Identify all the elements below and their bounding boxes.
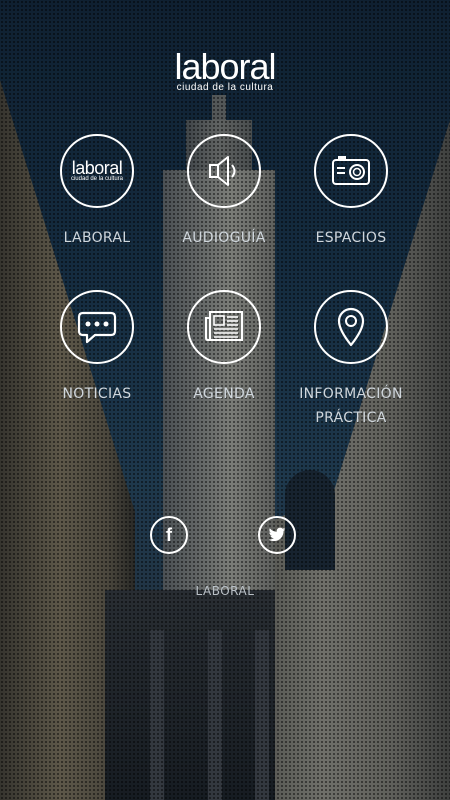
facebook-icon: f: [166, 525, 172, 545]
twitter-icon: [268, 527, 286, 542]
logo-wordmark: laboral: [174, 46, 276, 87]
footer-label: LABORAL: [195, 584, 255, 598]
newspaper-icon: [187, 290, 261, 364]
twitter-button[interactable]: [258, 516, 296, 554]
menu-item-label-line2: PRÁCTICA: [315, 410, 387, 426]
facebook-button[interactable]: f: [150, 516, 188, 554]
menu-item-label: ESPACIOS: [315, 230, 387, 246]
laboral-logo-icon: laboral ciudad de la cultura: [60, 134, 134, 208]
location-pin-icon: [314, 290, 388, 364]
mini-logo-tagline: ciudad de la cultura: [70, 175, 124, 182]
menu-item-espacios[interactable]: ESPACIOS: [276, 134, 426, 250]
menu-item-informacion-practica[interactable]: INFORMACIÓN PRÁCTICA: [276, 290, 426, 430]
logo-tagline: ciudad de la cultura: [176, 82, 274, 93]
app-logo: laboral ciudad de la cultura: [0, 46, 450, 93]
camera-icon: [314, 134, 388, 208]
menu-item-label: INFORMACIÓN PRÁCTICA: [276, 382, 426, 430]
mini-logo-wordmark: laboral: [71, 157, 123, 178]
menu-item-label-line1: INFORMACIÓN: [299, 386, 403, 402]
chat-bubble-icon: [60, 290, 134, 364]
speaker-icon: [187, 134, 261, 208]
